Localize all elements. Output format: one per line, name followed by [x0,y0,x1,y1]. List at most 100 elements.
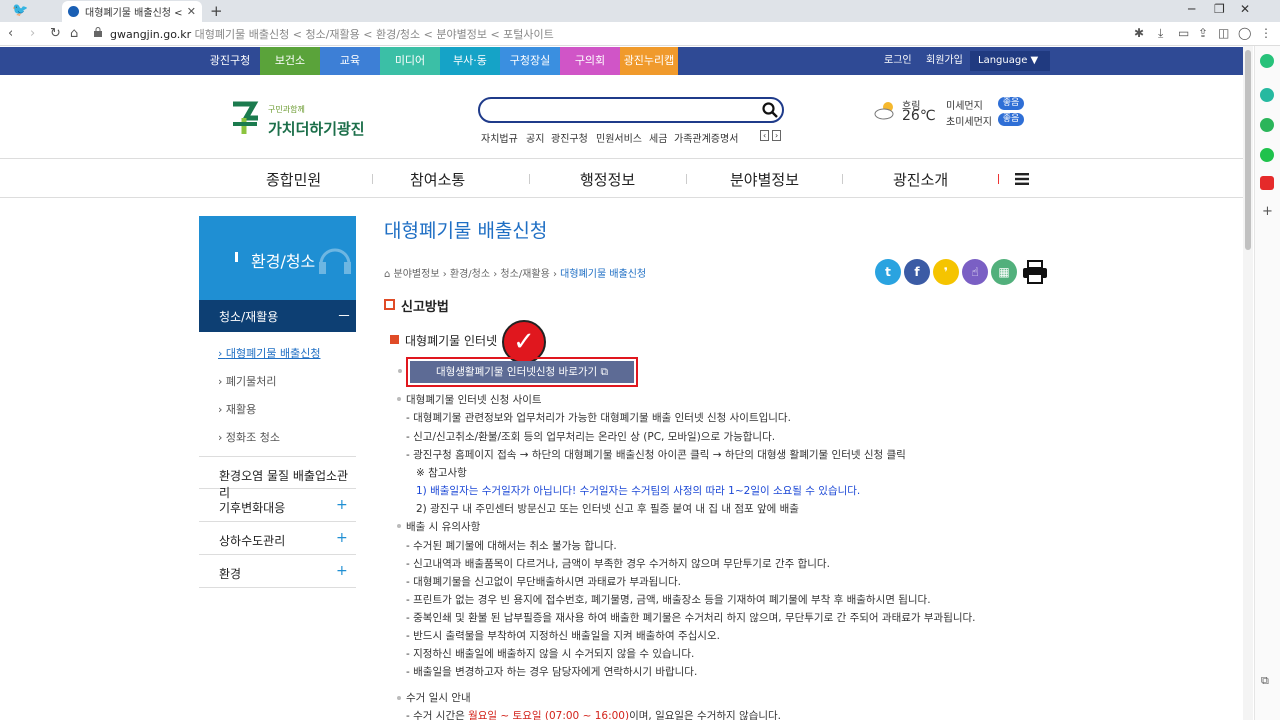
bullet [397,524,401,528]
screen-icon[interactable]: ▭ [1178,26,1189,40]
quick-prev-icon[interactable]: ‹ [760,130,770,141]
schedule-highlight: 월요일 ~ 토요일 (07:00 ~ 16:00) [468,710,630,720]
content-line: 대형폐기물 인터넷 신청 사이트 [406,394,542,406]
nav-divider [998,174,999,184]
gnb-item-3[interactable]: 미디어 [380,47,440,75]
scrollbar[interactable] [1243,46,1253,720]
gwangjin-logo-icon [233,101,259,134]
language-select[interactable]: Language ▼ [970,51,1050,71]
content-line: ※ 참고사항 [416,467,467,479]
rail-app-icon[interactable] [1260,54,1274,68]
hamburger-menu-icon[interactable] [1015,173,1029,185]
gnb-item-0[interactable]: 광진구청 [200,47,260,75]
gnb-item-1[interactable]: 보건소 [260,47,320,75]
sidebar-item-environment[interactable]: 환경 + [199,555,356,588]
sidebar-item-pollution[interactable]: 환경오염 물질 배출업소관리 [199,456,356,500]
print-icon[interactable] [1022,260,1048,284]
headset-illustration-icon [319,248,351,274]
sidebar-link-waste[interactable]: › 폐기물처리 [218,373,277,389]
gnb-item-6[interactable]: 구의회 [560,47,620,75]
bullet [397,397,401,401]
sidebar-item-climate[interactable]: 기후변화대응 + [199,489,356,522]
expand-icon[interactable]: + [336,563,348,579]
sidebar-link-recycle[interactable]: › 재활용 [218,401,256,417]
sidebar-link-label: 폐기물처리 [225,375,277,388]
quick-link-4[interactable]: 세금 [649,130,667,145]
rail-external-icon[interactable]: ⧉ [1261,674,1269,688]
sidebar-section-label: 청소/재활용 [219,310,279,324]
expand-icon[interactable]: + [336,530,348,546]
close-window-icon[interactable]: ✕ [1240,2,1250,16]
rail-talk-icon[interactable] [1260,148,1274,162]
share-icon[interactable]: ⇪ [1198,26,1208,40]
main-nav-item-3[interactable]: 분야별정보 [730,169,799,190]
nav-divider [842,174,843,184]
gnb-item-7[interactable]: 광진누리캡 [620,47,678,75]
login-link[interactable]: 로그인 [884,47,912,75]
gnb-item-2[interactable]: 교육 [320,47,380,75]
profile-icon[interactable]: ◯ [1238,26,1251,40]
quick-link-3[interactable]: 민원서비스 [596,130,642,145]
back-icon[interactable]: ‹ [8,26,13,41]
facebook-share-icon[interactable]: f [904,259,930,285]
search-input[interactable] [478,97,784,123]
content-line: 배출 시 유의사항 [406,521,481,533]
rail-chat-icon[interactable] [1260,118,1274,132]
main-nav-item-0[interactable]: 종합민원 [266,169,321,190]
tab-close-icon[interactable]: ✕ [187,5,196,18]
quick-link-0[interactable]: 자치법규 [481,130,518,145]
browser-side-rail: + ⧉ [1254,46,1280,720]
breadcrumb-current: 대형폐기물 배출신청 [560,269,647,280]
split-icon[interactable]: ◫ [1218,26,1229,40]
kakaostory-share-icon[interactable]: ❜ [933,259,959,285]
forward-icon[interactable]: › [30,26,35,41]
extension-icon[interactable]: ✱ [1134,26,1144,40]
sidebar-header-title: 환경/청소 [251,252,316,271]
content-line: - 대형폐기물을 신고없이 무단배출하시면 과태료가 부과됩니다. [406,576,681,588]
gnb-item-4[interactable]: 부사·동 [440,47,500,75]
main-nav-item-1[interactable]: 참여소통 [410,169,465,190]
sidebar-header: 환경/청소 [199,216,356,300]
quick-link-5[interactable]: 가족관계증명서 [674,130,738,145]
scroll-thumb[interactable] [1245,50,1251,250]
main-nav-item-2[interactable]: 행정정보 [580,169,635,190]
gnb-item-5[interactable]: 구청장실 [500,47,560,75]
hand-share-icon[interactable]: ☝ [962,259,988,285]
expand-icon[interactable]: + [336,497,348,513]
collapse-icon[interactable]: － [337,306,351,326]
logo-text[interactable]: 가치더하기광진 [268,118,365,139]
browser-tab[interactable]: 대형폐기물 배출신청 < 청소/재 ✕ [62,1,202,22]
breadcrumb-path[interactable]: 분야별정보 › 환경/청소 › 청소/재활용 › [394,269,561,280]
internet-apply-button[interactable]: 대형생활폐기물 인터넷신청 바로가기 ⧉ [410,361,634,383]
home-icon[interactable]: ⌂ [384,269,394,280]
search-icon[interactable] [762,102,778,118]
qr-code-icon[interactable]: ▦ [991,259,1017,285]
rail-add-icon[interactable]: + [1262,204,1273,219]
join-link[interactable]: 회원가입 [926,47,963,75]
content-line: - 중복인쇄 및 환불 된 납부필증을 재사용 하여 배출한 폐기물은 수거처리… [406,612,976,624]
more-icon[interactable]: ⋮ [1260,26,1272,40]
quick-link-1[interactable]: 공지 [526,130,544,145]
minimize-icon[interactable]: ─ [1188,2,1195,16]
quick-next-icon[interactable]: › [772,130,782,141]
twitter-share-icon[interactable]: t [875,259,901,285]
reload-icon[interactable]: ↻ [50,26,61,41]
restore-icon[interactable]: ❐ [1214,2,1225,16]
new-tab-icon[interactable]: + [210,2,223,20]
rail-news-icon[interactable] [1260,176,1274,190]
home-icon[interactable]: ⌂ [70,26,78,41]
sidebar-item-water[interactable]: 상하수도관리 + [199,522,356,555]
sidebar-section-cleaning[interactable]: 청소/재활용 － [199,300,356,332]
cloudy-weather-icon [874,102,894,120]
url-host: gwangjin.go.kr [110,28,192,41]
rail-play-icon[interactable] [1260,88,1274,102]
site-favicon-icon [68,6,79,17]
subsection-title: 대형폐기물 인터넷 [405,334,498,348]
download-icon[interactable]: ⤓ [1158,26,1163,41]
quick-link-2[interactable]: 광진구청 [551,130,588,145]
sidebar-link-large-waste[interactable]: › 대형폐기물 배출신청 [218,345,320,361]
main-nav-item-4[interactable]: 광진소개 [893,169,948,190]
fine-dust-label: 미세먼지 [946,101,983,112]
url-field[interactable]: gwangjin.go.kr 대형폐기물 배출신청 < 청소/재활용 < 환경/… [110,26,554,42]
sidebar-link-septic[interactable]: › 정화조 청소 [218,429,280,445]
